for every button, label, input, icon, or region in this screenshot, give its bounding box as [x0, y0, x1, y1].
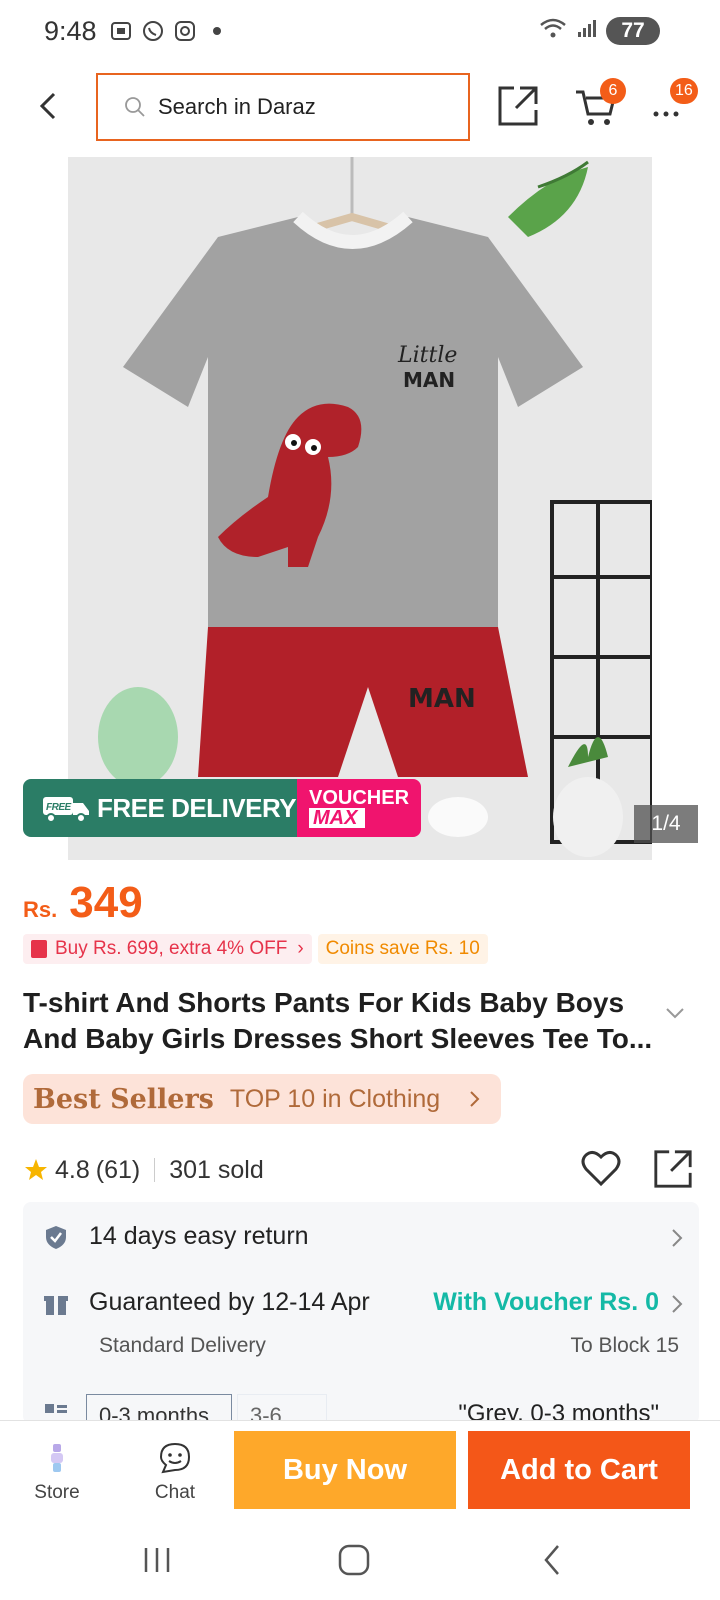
bottom-action-bar: Store Chat Buy Now Add to Cart — [0, 1420, 720, 1520]
divider — [154, 1158, 156, 1182]
home-button[interactable] — [334, 1542, 374, 1578]
heart-icon — [581, 1150, 621, 1187]
recents-button[interactable] — [138, 1542, 178, 1578]
home-icon — [338, 1544, 370, 1576]
delivery-voucher: With Voucher Rs. 0 — [433, 1288, 659, 1316]
chevron-right-icon — [470, 1091, 480, 1107]
price-value: 349 — [69, 878, 143, 927]
chevron-right-icon — [672, 1229, 683, 1247]
return-policy-text: 14 days easy return — [89, 1222, 309, 1250]
svg-text:Little: Little — [397, 343, 457, 368]
back-button[interactable] — [32, 86, 64, 126]
rating-score: 4.8 — [55, 1155, 90, 1184]
search-input[interactable]: Search in Daraz — [96, 73, 470, 141]
voucher-text: VOUCHER — [309, 787, 410, 809]
max-text: MAX — [309, 808, 365, 828]
sold-count: 301 sold — [169, 1155, 264, 1184]
bundle-promo-text: Buy Rs. 699, extra 4% OFF — [55, 938, 288, 959]
search-icon — [125, 97, 145, 117]
rating-row[interactable]: 4.8 (61) 301 sold — [23, 1150, 264, 1190]
system-navigation-bar — [0, 1520, 720, 1600]
back-chevron-icon — [544, 1545, 559, 1575]
message-count-badge: 16 — [670, 78, 698, 104]
product-price: Rs. 349 — [23, 878, 143, 928]
add-to-cart-button[interactable]: Add to Cart — [468, 1431, 690, 1509]
promo-row: Buy Rs. 699, extra 4% OFF › Coins save R… — [23, 934, 488, 964]
chat-label: Chat — [154, 1482, 196, 1503]
delivery-destination: To Block 15 — [570, 1334, 679, 1357]
dot-icon — [205, 19, 229, 43]
share-button[interactable] — [496, 84, 540, 128]
delivery-row[interactable]: Guaranteed by 12-14 Apr Standard Deliver… — [23, 1272, 699, 1382]
free-delivery-tag: FREE FREE DELIVERY — [23, 779, 297, 837]
signal-icon — [576, 17, 598, 44]
status-bar: 9:48 77 — [0, 0, 720, 62]
product-image[interactable]: Little MAN MAN — [68, 157, 652, 860]
store-button[interactable]: Store — [30, 1441, 84, 1511]
rating-count: (61) — [95, 1155, 141, 1184]
shield-check-icon — [46, 1226, 66, 1249]
voucher-ticket-icon — [31, 940, 47, 958]
svg-text:MAN: MAN — [408, 684, 476, 714]
chevron-down-icon — [666, 1008, 684, 1019]
notification-icons — [109, 19, 229, 43]
buy-now-button[interactable]: Buy Now — [234, 1431, 456, 1509]
svg-text:MAN: MAN — [403, 368, 455, 392]
package-icon — [44, 1296, 68, 1315]
top-header: Search in Daraz 6 16 — [0, 70, 720, 142]
star-icon — [25, 1159, 47, 1180]
chat-icon — [159, 1442, 191, 1474]
status-time: 9:48 — [44, 15, 97, 46]
recents-icon — [144, 1548, 170, 1572]
chat-button[interactable]: Chat — [148, 1441, 202, 1511]
delivery-truck-icon: FREE — [43, 797, 89, 823]
share-icon — [654, 1150, 692, 1188]
share-icon — [498, 86, 538, 126]
free-delivery-voucher-banner: FREE FREE DELIVERY VOUCHER MAX — [23, 779, 421, 837]
bundle-promo[interactable]: Buy Rs. 699, extra 4% OFF › — [23, 934, 312, 964]
svg-text:FREE: FREE — [46, 802, 72, 813]
return-policy-row[interactable]: 14 days easy return — [23, 1202, 699, 1272]
back-arrow-icon — [39, 92, 56, 120]
voucher-max-tag: VOUCHER MAX — [297, 779, 421, 837]
battery-indicator: 77 — [606, 16, 660, 45]
store-label: Store — [34, 1482, 80, 1503]
store-icon — [51, 1444, 63, 1472]
expand-title-button[interactable] — [664, 1006, 686, 1020]
chevron-right-icon — [672, 1295, 683, 1313]
wifi-icon — [538, 16, 568, 45]
cart-count-badge: 6 — [600, 78, 626, 104]
system-status: 77 — [538, 16, 660, 45]
search-placeholder: Search in Daraz — [158, 94, 316, 119]
product-title: T-shirt And Shorts Pants For Kids Baby B… — [23, 987, 653, 1054]
delivery-date: Guaranteed by 12-14 Apr — [89, 1288, 370, 1316]
image-counter: 1/4 — [634, 805, 698, 843]
coins-promo: Coins save Rs. 10 — [317, 934, 488, 964]
service-info-panel: 14 days easy return Guaranteed by 12-14 … — [23, 1202, 699, 1434]
wishlist-button[interactable] — [580, 1148, 622, 1188]
cart-button[interactable]: 6 — [574, 78, 626, 128]
instagram-icon — [173, 19, 197, 43]
chevron-right-icon: › — [297, 938, 304, 959]
price-currency: Rs. — [23, 897, 58, 922]
best-sellers-rank: TOP 10 in Clothing — [229, 1084, 441, 1113]
more-button[interactable]: 16 — [652, 78, 698, 128]
share-product-button[interactable] — [652, 1148, 694, 1190]
free-delivery-text: FREE DELIVERY — [97, 792, 297, 823]
best-sellers-label: Best Sellers — [33, 1083, 214, 1115]
best-sellers-banner[interactable]: Best Sellers TOP 10 in Clothing — [23, 1074, 501, 1124]
product-photo: Little MAN MAN — [68, 157, 652, 860]
system-back-button[interactable] — [534, 1542, 574, 1578]
whatsapp-icon — [141, 19, 165, 43]
delivery-type: Standard Delivery — [99, 1334, 266, 1357]
screenshot-icon — [109, 19, 133, 43]
